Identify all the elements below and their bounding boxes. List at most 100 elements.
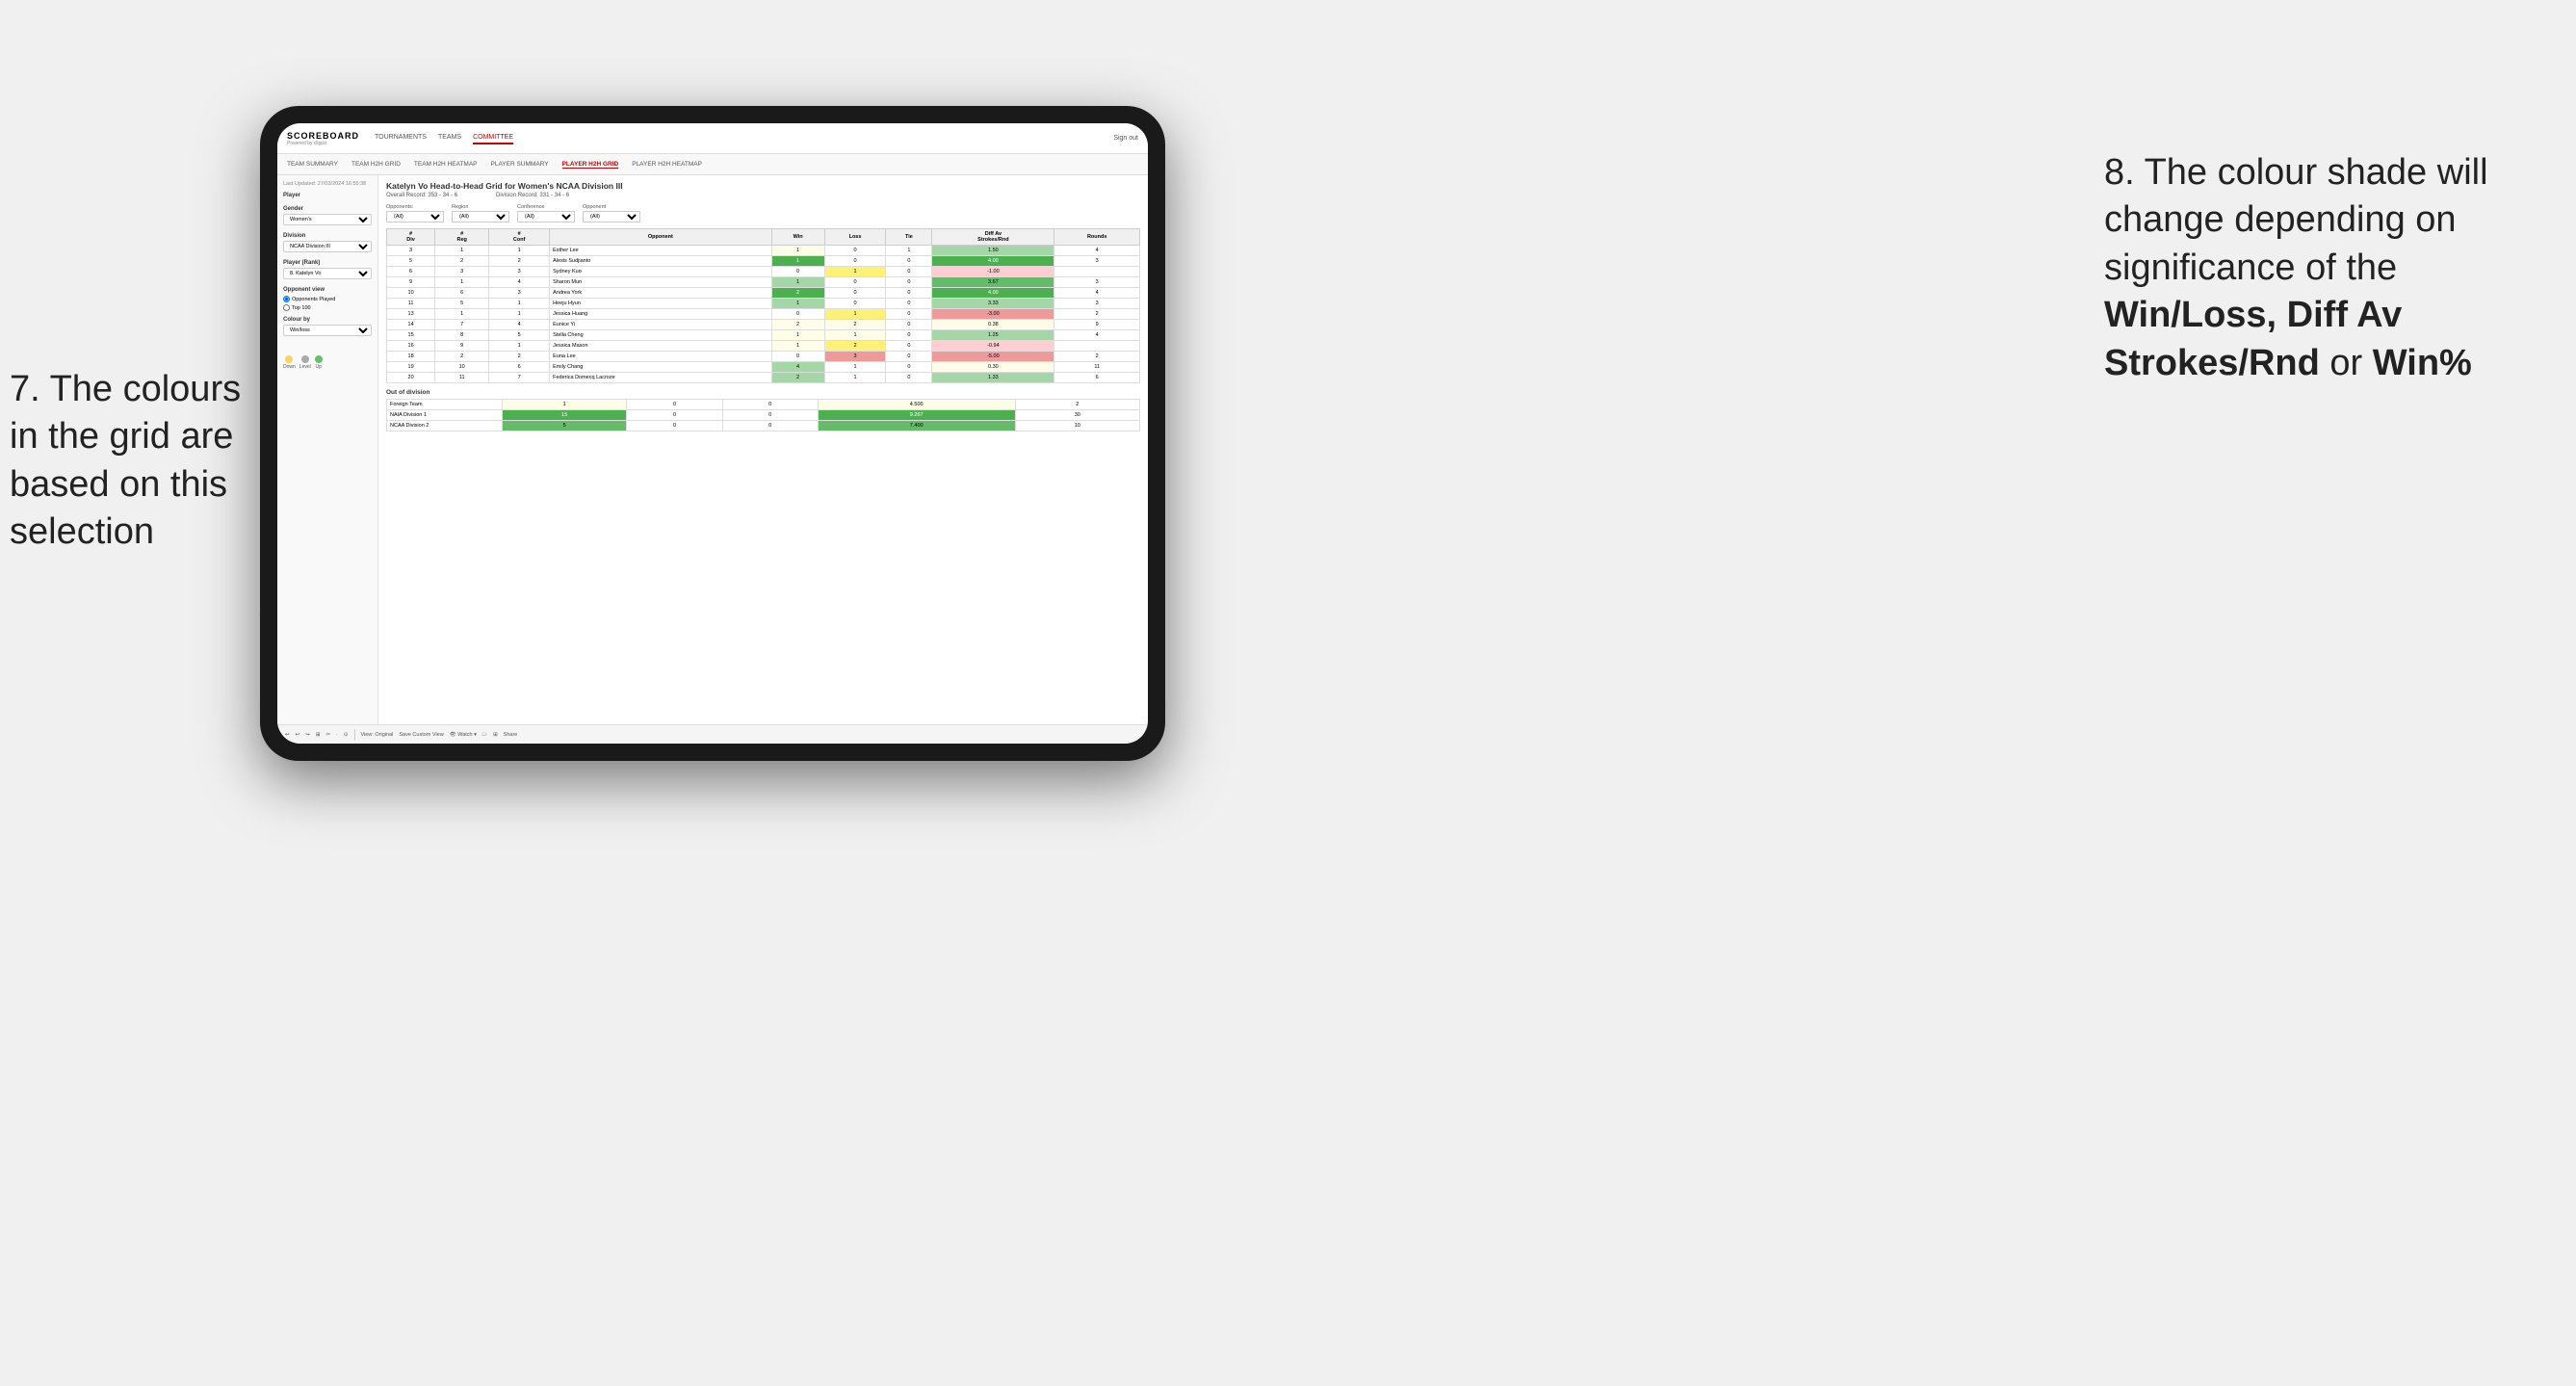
subnav-player-h2h-grid[interactable]: PLAYER H2H GRID [562,161,619,169]
table-row: 10 6 3 Andrea York 2 0 0 4.00 4 [387,288,1140,299]
legend-up-label: Up [316,364,322,370]
filter-region-select[interactable]: (All) [452,211,509,222]
cell-opponent: Sharon Mun [550,277,772,288]
colour-by-select[interactable]: Win/loss [283,325,372,336]
table-row: 18 2 2 Euna Lee 0 3 0 -5.00 2 [387,352,1140,362]
cell-tie: 0 [886,373,932,383]
cell-reg: 2 [435,352,489,362]
cell-loss: 2 [824,341,886,352]
cell-opponent: Alexis Sudjianto [550,256,772,267]
cell-win: 2 [771,288,824,299]
subnav-player-summary[interactable]: PLAYER SUMMARY [491,161,549,168]
th-opponent: Opponent [550,229,772,246]
subnav-team-h2h-grid[interactable]: TEAM H2H GRID [351,161,401,168]
cell-loss: 0 [824,256,886,267]
toolbar-view-original[interactable]: View: Original [378,732,393,738]
sidebar-division-label: Division [283,233,372,239]
legend: Down Level Up [283,355,372,370]
cell-diff: 4.500 [818,400,1015,410]
cell-reg: 8 [435,330,489,341]
cell-loss: 3 [824,352,886,362]
cell-win: 1 [771,341,824,352]
cell-rounds: 10 [1015,421,1139,431]
cell-diff: 4.00 [932,256,1054,267]
radio-top100[interactable]: Top 100 [283,304,372,311]
sidebar-gender-select[interactable]: Women's [283,214,372,225]
cell-tie: 0 [886,362,932,373]
cell-tie: 0 [886,267,932,277]
sidebar-gender-section: Gender Women's [283,206,372,225]
toolbar-watch[interactable]: 👁 Watch ▾ [450,732,477,738]
table-row: Foreign Team 1 0 0 4.500 2 [387,400,1140,410]
nav-sign-out[interactable]: Sign out [1113,135,1138,142]
nav-teams[interactable]: TEAMS [438,132,461,144]
filter-opponent: Opponent (All) [583,204,640,222]
cell-rounds: 4 [1054,330,1140,341]
cell-win: 1 [503,400,627,410]
cell-diff: 1.50 [932,246,1054,256]
cell-diff: 3.67 [932,277,1054,288]
radio-top100-label: Top 100 [292,305,311,311]
cell-win: 0 [771,309,824,320]
toolbar-share-grid[interactable]: ⊞ [493,732,498,738]
toolbar-layout[interactable]: □· [482,732,487,738]
nav-committee[interactable]: COMMITTEE [473,132,513,144]
legend-down: Down [283,355,296,370]
cell-div: 6 [387,267,435,277]
th-conf: #Conf [489,229,550,246]
cell-win: 4 [771,362,824,373]
subnav-team-h2h-heatmap[interactable]: TEAM H2H HEATMAP [414,161,478,168]
nav-tournaments[interactable]: TOURNAMENTS [375,132,427,144]
cell-div: 18 [387,352,435,362]
sidebar-gender-label: Gender [283,206,372,212]
th-win: Win [771,229,824,246]
cell-rounds [1054,267,1140,277]
cell-diff: 9.267 [818,410,1015,421]
logo-area: SCOREBOARD Powered by clippd [287,131,359,146]
cell-tie: 0 [886,309,932,320]
table-row: NCAA Division 2 5 0 0 7.400 10 [387,421,1140,431]
cell-tie: 0 [886,341,932,352]
cell-conf: 1 [489,341,550,352]
filter-region-label: Region [452,204,509,210]
filter-conference-select[interactable]: (All) [517,211,575,222]
cell-tie: 0 [886,320,932,330]
table-row: 13 1 1 Jessica Huang 0 1 0 -3.00 2 [387,309,1140,320]
logo-sub: Powered by clippd [287,141,359,146]
toolbar-save-custom[interactable]: Save Custom View [399,732,443,738]
logo-text: SCOREBOARD [287,131,359,141]
legend-level: Level [299,355,311,370]
main-content: Last Updated: 27/03/2024 16:55:38 Player… [277,175,1148,744]
cell-div: 20 [387,373,435,383]
sidebar-division-select[interactable]: NCAA Division III [283,241,372,252]
cell-reg: 3 [435,267,489,277]
cell-win: 2 [771,320,824,330]
cell-loss: 2 [824,320,886,330]
subnav-team-summary[interactable]: TEAM SUMMARY [287,161,338,168]
division-record: Division Record: 331 - 34 - 6 [496,193,569,198]
cell-rounds: 2 [1015,400,1139,410]
radio-opponents-played[interactable]: Opponents Played [283,296,372,302]
cell-diff: -3.00 [932,309,1054,320]
subnav-player-h2h-heatmap[interactable]: PLAYER H2H HEATMAP [632,161,702,168]
cell-reg: 7 [435,320,489,330]
th-tie: Tie [886,229,932,246]
cell-diff: 4.00 [932,288,1054,299]
cell-diff: 0.30 [932,362,1054,373]
overall-record: Overall Record: 353 - 34 - 6 [386,193,457,198]
cell-loss: 1 [824,362,886,373]
cell-opponent: Andrea York [550,288,772,299]
cell-diff: 0.38 [932,320,1054,330]
filter-opponent-select[interactable]: (All) [583,211,640,222]
cell-win: 1 [771,330,824,341]
cell-rounds [1054,341,1140,352]
filter-opponents-select[interactable]: (All) [386,211,444,222]
cell-div: 10 [387,288,435,299]
toolbar-share[interactable]: Share [504,732,518,738]
th-rounds: Rounds [1054,229,1140,246]
colour-by-label: Colour by [283,317,372,323]
table-row: 20 11 7 Federica Domecq Lacroze 2 1 0 1.… [387,373,1140,383]
cell-conf: 2 [489,352,550,362]
sidebar-player-rank-select[interactable]: 8. Katelyn Vo [283,268,372,279]
cell-loss: 0 [824,288,886,299]
